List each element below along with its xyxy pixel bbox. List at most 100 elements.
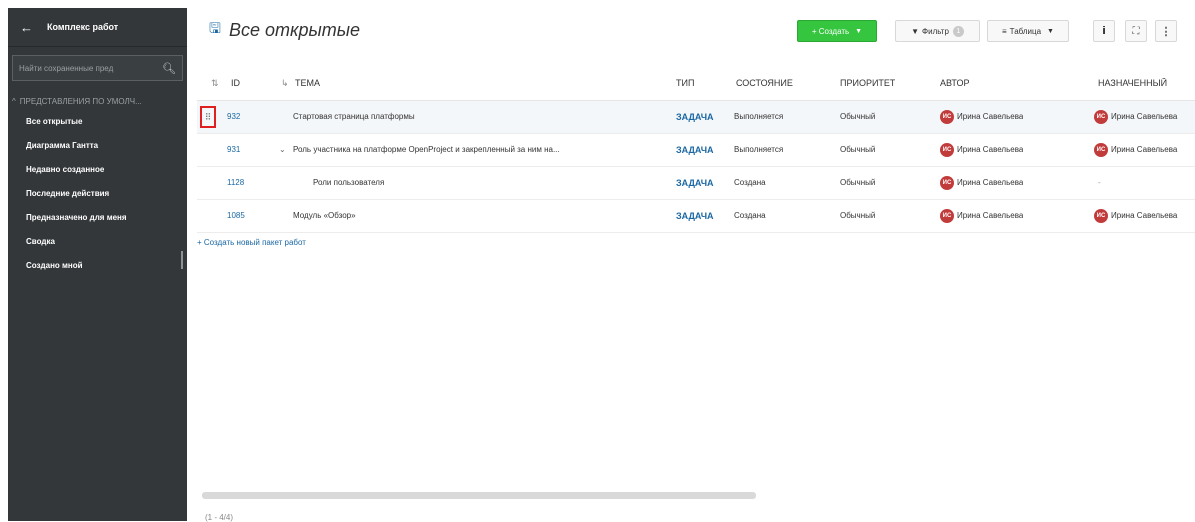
sidebar: ← Комплекс работ Найти сохраненные пред …: [8, 8, 187, 521]
avatar: ИС: [1094, 142, 1108, 157]
work-packages-table: ⇅ ID ↳ ТЕМА ТИП СОСТОЯНИЕ ПРИОРИТЕТ АВТО…: [197, 66, 1195, 233]
create-button[interactable]: + Создать ▼: [797, 20, 877, 42]
filter-count-badge: 1: [952, 25, 964, 37]
sidebar-header: ← Комплекс работ: [8, 8, 187, 47]
assignee-name: Ирина Савельева: [1111, 112, 1178, 121]
row-author[interactable]: ИС Ирина Савельева: [940, 167, 1023, 199]
table-row[interactable]: 1128 Роли пользователя ЗАДАЧА Создана Об…: [197, 167, 1195, 200]
author-name: Ирина Савельева: [957, 211, 1024, 220]
column-header-assignee[interactable]: НАЗНАЧЕННЫЙ: [1098, 78, 1167, 88]
sidebar-title: Комплекс работ: [47, 22, 119, 32]
avatar: ИС: [1094, 109, 1108, 124]
table-row[interactable]: 931 ⌄ Роль участника на платформе OpenPr…: [197, 134, 1195, 167]
row-priority[interactable]: Обычный: [840, 167, 875, 199]
chevron-down-icon[interactable]: ⌄: [279, 134, 286, 166]
info-icon: i: [1102, 25, 1106, 37]
more-button[interactable]: ⋮: [1155, 20, 1177, 42]
sidebar-item-latest-activity[interactable]: Последние действия: [8, 182, 187, 206]
row-author[interactable]: ИС Ирина Савельева: [940, 101, 1023, 133]
row-id[interactable]: 932: [227, 101, 240, 133]
row-assignee[interactable]: -: [1098, 167, 1101, 199]
page-title: 🖫︎ Все открытые: [209, 18, 360, 42]
row-priority[interactable]: Обычный: [840, 200, 875, 232]
column-header-author[interactable]: АВТОР: [940, 78, 970, 88]
row-id[interactable]: 1085: [227, 200, 245, 232]
row-status[interactable]: Создана: [734, 200, 766, 232]
main-content: 🖫︎ Все открытые + Создать ▼ ▼ Фильтр 1 ≡…: [187, 8, 1195, 522]
row-subject[interactable]: Роль участника на платформе OpenProject …: [293, 134, 665, 166]
sidebar-item-created-by-me[interactable]: Создано мной: [8, 254, 187, 278]
hierarchy-icon[interactable]: ↳: [281, 78, 289, 89]
view-mode-label: Таблица: [1009, 26, 1042, 36]
search-placeholder: Найти сохраненные пред: [19, 63, 114, 73]
row-status[interactable]: Выполняется: [734, 101, 783, 133]
sidebar-section-default-views[interactable]: ^ ПРЕДСТАВЛЕНИЯ ПО УМОЛЧ...: [8, 97, 187, 106]
assignee-name: Ирина Савельева: [1111, 145, 1178, 154]
drag-handle-icon[interactable]: ⠿: [200, 106, 216, 128]
row-id[interactable]: 931: [227, 134, 240, 166]
row-type[interactable]: ЗАДАЧА: [676, 134, 714, 166]
sidebar-item-summary[interactable]: Сводка: [8, 230, 187, 254]
back-arrow-icon[interactable]: ←: [20, 20, 33, 35]
filter-label: Фильтр: [922, 26, 949, 36]
sidebar-resize-handle[interactable]: [181, 251, 183, 269]
table-header: ⇅ ID ↳ ТЕМА ТИП СОСТОЯНИЕ ПРИОРИТЕТ АВТО…: [197, 66, 1195, 101]
toolbar: 🖫︎ Все открытые + Создать ▼ ▼ Фильтр 1 ≡…: [187, 8, 1195, 54]
avatar: ИС: [940, 208, 954, 223]
sort-icon[interactable]: ⇅: [211, 78, 219, 89]
sidebar-item-recently-created[interactable]: Недавно созданное: [8, 158, 187, 182]
sidebar-item-gantt[interactable]: Диаграмма Гантта: [8, 134, 187, 158]
sidebar-item-assigned-to-me[interactable]: Предназначено для меня: [8, 206, 187, 230]
row-priority[interactable]: Обычный: [840, 134, 875, 166]
fullscreen-icon: ⛶: [1132, 25, 1140, 37]
row-subject[interactable]: Роли пользователя: [313, 167, 663, 199]
caret-down-icon: ▼: [1047, 27, 1054, 35]
create-button-label: + Создать: [811, 26, 850, 36]
author-name: Ирина Савельева: [957, 112, 1024, 121]
save-icon[interactable]: 🖫︎: [209, 18, 221, 42]
info-button[interactable]: i: [1093, 20, 1115, 42]
saved-views-search-input[interactable]: Найти сохраненные пред 🔍︎: [12, 55, 183, 81]
row-author[interactable]: ИС Ирина Савельева: [940, 200, 1023, 232]
column-header-subject[interactable]: ТЕМА: [295, 78, 320, 88]
row-priority[interactable]: Обычный: [840, 101, 875, 133]
caret-down-icon: ▼: [855, 27, 863, 35]
view-mode-button[interactable]: ≡ Таблица ▼: [987, 20, 1069, 42]
section-title: ПРЕДСТАВЛЕНИЯ ПО УМОЛЧ...: [19, 97, 142, 106]
author-name: Ирина Савельева: [957, 145, 1024, 154]
row-type[interactable]: ЗАДАЧА: [676, 101, 714, 133]
column-header-priority[interactable]: ПРИОРИТЕТ: [840, 78, 895, 88]
table-row[interactable]: 1085 Модуль «Обзор» ЗАДАЧА Создана Обычн…: [197, 200, 1195, 233]
horizontal-scrollbar[interactable]: [202, 492, 756, 499]
sidebar-item-all-open[interactable]: Все открытые: [8, 110, 187, 134]
author-name: Ирина Савельева: [957, 178, 1024, 187]
row-type[interactable]: ЗАДАЧА: [676, 167, 714, 199]
table-row[interactable]: ⠿ 932 Стартовая страница платформы ЗАДАЧ…: [197, 101, 1195, 134]
more-vertical-icon: ⋮: [1160, 25, 1172, 38]
column-header-id[interactable]: ID: [231, 78, 240, 88]
filter-button[interactable]: ▼ Фильтр 1: [895, 20, 980, 42]
row-author[interactable]: ИС Ирина Савельева: [940, 134, 1023, 166]
row-subject[interactable]: Стартовая страница платформы: [293, 101, 663, 133]
row-type[interactable]: ЗАДАЧА: [676, 200, 714, 232]
row-status[interactable]: Выполняется: [734, 134, 783, 166]
avatar: ИС: [940, 109, 954, 124]
table-icon: ≡: [1002, 26, 1007, 36]
column-header-status[interactable]: СОСТОЯНИЕ: [736, 78, 793, 88]
create-work-package-link[interactable]: + Создать новый пакет работ: [197, 238, 306, 247]
avatar: ИС: [940, 175, 954, 190]
row-assignee[interactable]: ИС Ирина Савельева: [1094, 200, 1195, 232]
row-assignee[interactable]: ИС Ирина Савельева: [1094, 134, 1195, 166]
row-status[interactable]: Создана: [734, 167, 766, 199]
search-icon: 🔍︎: [162, 62, 176, 75]
avatar: ИС: [1094, 208, 1108, 223]
row-subject[interactable]: Модуль «Обзор»: [293, 200, 663, 232]
assignee-name: Ирина Савельева: [1111, 211, 1178, 220]
row-id[interactable]: 1128: [227, 167, 244, 199]
fullscreen-button[interactable]: ⛶: [1125, 20, 1147, 42]
chevron-up-icon: ^: [12, 97, 16, 106]
page-title-text[interactable]: Все открытые: [229, 20, 360, 41]
column-header-type[interactable]: ТИП: [676, 78, 694, 88]
row-assignee[interactable]: ИС Ирина Савельева: [1094, 101, 1195, 133]
filter-icon: ▼: [911, 26, 920, 36]
